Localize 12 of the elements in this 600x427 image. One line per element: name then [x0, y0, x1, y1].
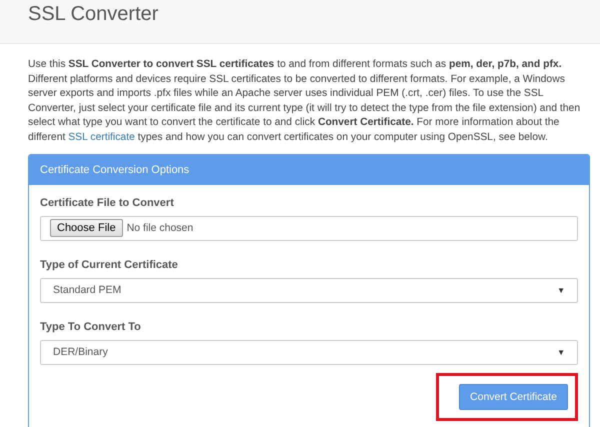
panel-header: Certificate Conversion Options	[29, 154, 589, 185]
field-label: Type To Convert To	[40, 320, 141, 333]
field-label: Certificate File to Convert	[40, 196, 174, 209]
field-label: Type of Current Certificate	[40, 258, 178, 271]
choose-file-button[interactable]: Choose File	[50, 219, 123, 238]
page-title: SSL Converter	[28, 2, 158, 27]
file-input[interactable]: Choose File No file chosen	[40, 216, 578, 241]
ssl-certificate-link[interactable]: SSL certificate	[68, 132, 135, 143]
file-status: No file chosen	[126, 222, 194, 234]
intro-paragraph: Use this SSL Converter to convert SSL certificates to and from different formats such as pem, der, p7b, and pfx. Different platforms and devices require SSL certificates to be converted to different formats. For example, a Windows server exports and imports .pfx files while an Apache server uses individual PEM (.crt, .cer) files. To use the SSL Converter, just select your certificate file and its current type (it will try to detect the type from the file extension) and then select what type you want to convert the certificate to and click Convert Certificate. For more information about the different SSL certificate types and how you can convert certificates on your computer using OpenSSL, see below.	[28, 58, 582, 145]
type-dropdown[interactable]: Standard PEM ▼	[40, 278, 578, 303]
type-dropdown[interactable]: DER/Binary ▼	[40, 340, 578, 365]
